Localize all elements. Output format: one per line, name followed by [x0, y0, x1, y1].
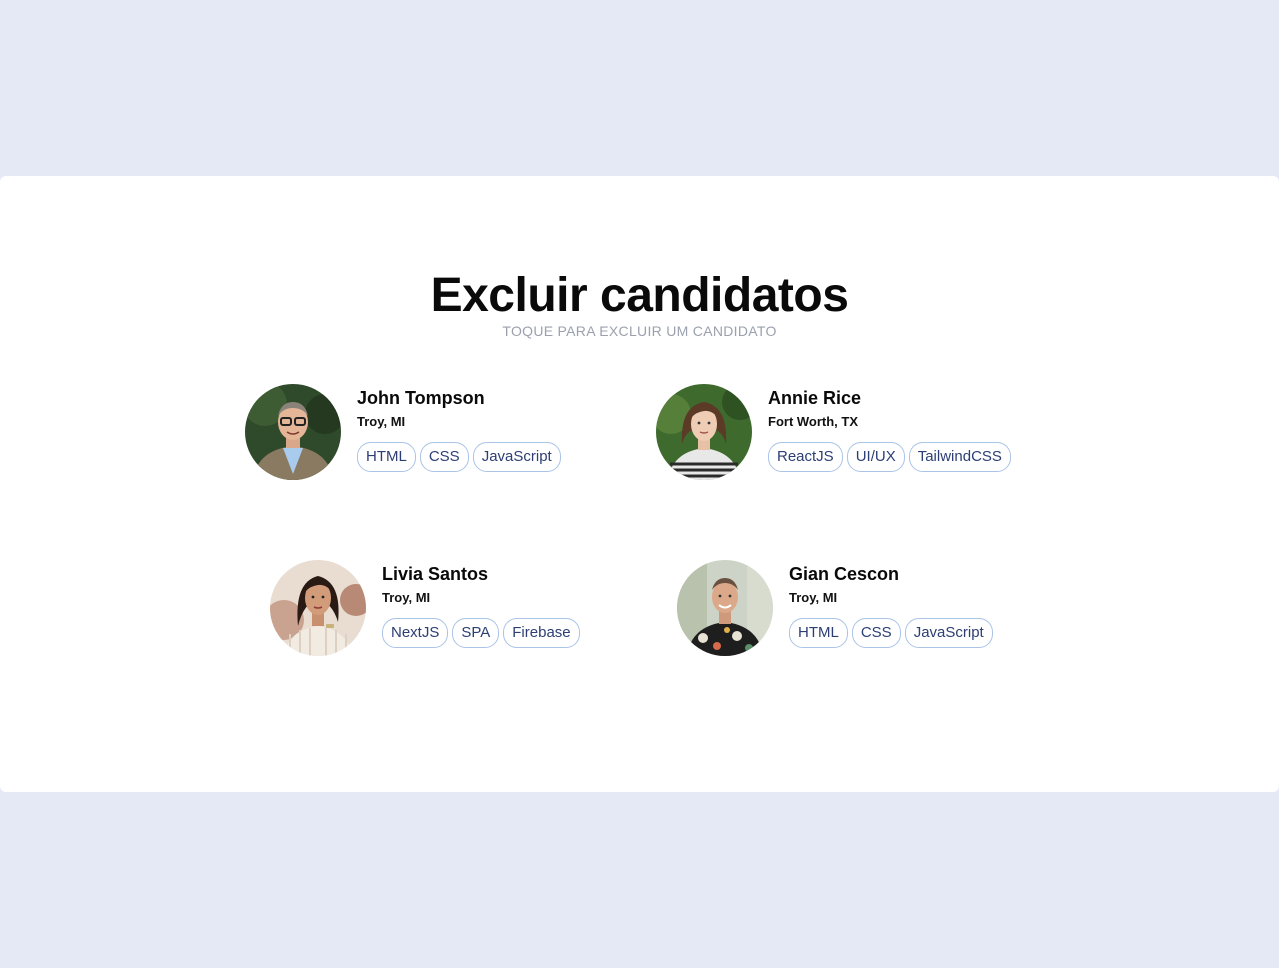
candidate-location: Troy, MI: [382, 590, 431, 605]
candidate-tags: NextJS SPA Firebase: [382, 618, 580, 648]
skill-tag: SPA: [452, 618, 500, 648]
skill-tag: TailwindCSS: [908, 442, 1011, 472]
candidate-tags: HTML CSS JavaScript: [789, 618, 993, 648]
skill-tag: JavaScript: [472, 442, 561, 472]
candidate-tags: ReactJS UI/UX TailwindCSS: [768, 442, 1011, 472]
candidate-tags: HTML CSS JavaScript: [357, 442, 561, 472]
skill-tag: Firebase: [503, 618, 580, 648]
candidate-name: Gian Cescon: [789, 564, 900, 584]
candidate-avatar: [656, 384, 752, 480]
skill-tag: UI/UX: [846, 442, 905, 472]
candidates-panel: Excluir candidatos TOQUE PARA EXCLUIR UM…: [0, 176, 1279, 792]
skill-tag: HTML: [357, 442, 416, 472]
candidate-avatar: [270, 560, 366, 656]
skill-tag: NextJS: [382, 618, 449, 648]
page-title: Excluir candidatos: [430, 269, 849, 322]
skill-tag: HTML: [789, 618, 848, 648]
candidate-avatar: [677, 560, 773, 656]
candidate-name: Annie Rice: [768, 388, 862, 408]
candidate-avatar: [245, 384, 341, 480]
skill-tag: ReactJS: [768, 442, 843, 472]
page-subtitle: TOQUE PARA EXCLUIR UM CANDIDATO: [502, 323, 777, 339]
skill-tag: CSS: [851, 618, 901, 648]
candidate-name: John Tompson: [357, 388, 485, 408]
candidate-location: Troy, MI: [789, 590, 838, 605]
skill-tag: CSS: [419, 442, 469, 472]
candidate-name: Livia Santos: [382, 564, 489, 584]
skill-tag: JavaScript: [904, 618, 993, 648]
candidate-location: Troy, MI: [357, 414, 406, 429]
candidate-location: Fort Worth, TX: [768, 414, 859, 429]
